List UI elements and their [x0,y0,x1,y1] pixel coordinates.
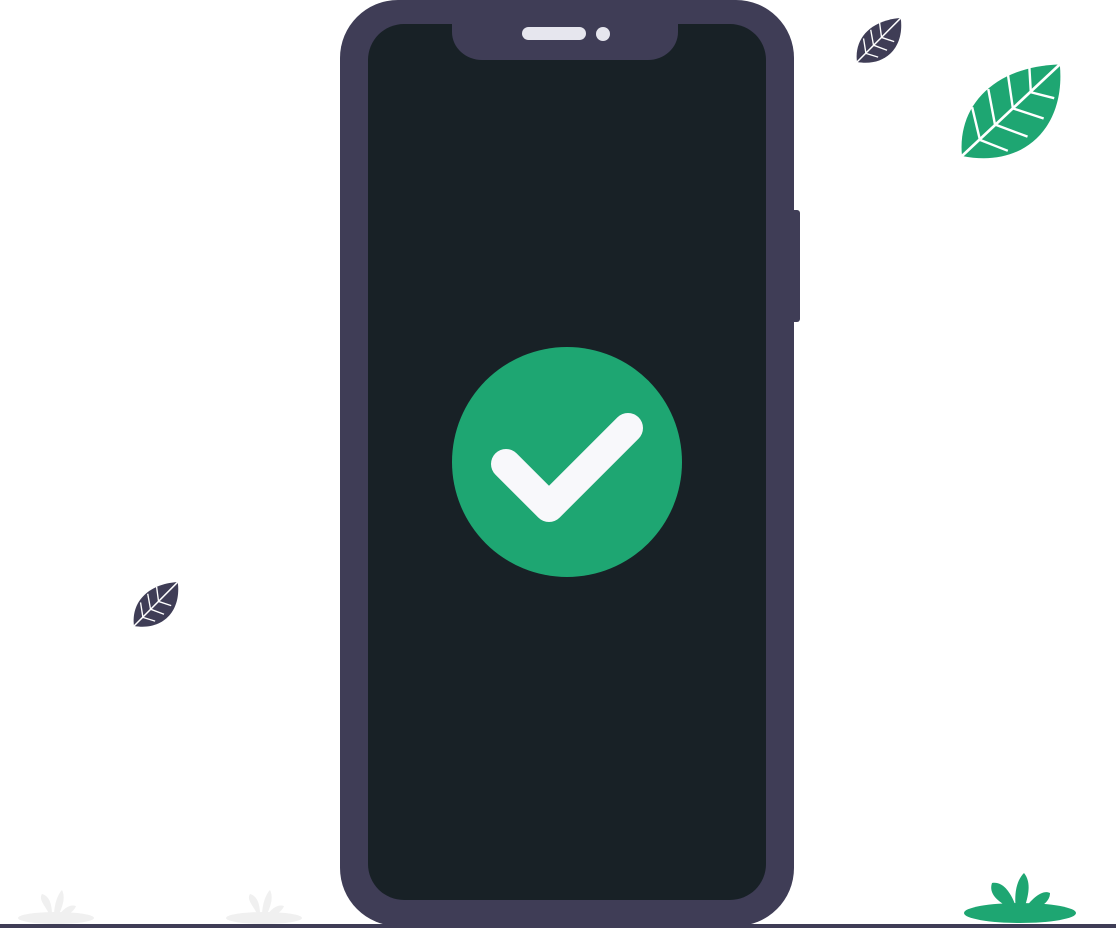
grass-tuft-icon [964,873,1076,923]
success-illustration [0,0,1116,928]
check-circle [452,347,682,577]
leaf-icon [846,8,914,75]
grass-tuft-icon [226,890,302,924]
grass-tuft-icon [18,890,94,924]
leaf-icon [123,572,191,639]
speaker-icon [522,27,586,40]
leaf-icon [940,42,1087,184]
success-badge [452,347,682,577]
camera-icon [596,27,610,41]
